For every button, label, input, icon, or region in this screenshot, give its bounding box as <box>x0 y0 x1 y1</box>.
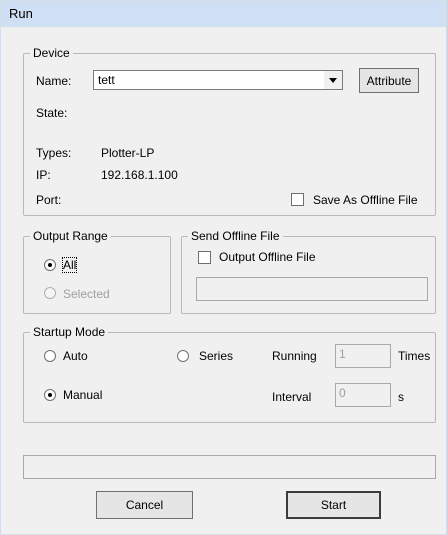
ip-label: IP: <box>36 168 51 182</box>
types-label: Types: <box>36 146 72 160</box>
auto-radio[interactable] <box>44 350 56 362</box>
all-label[interactable]: All <box>61 257 78 273</box>
send-offline-group: Send Offline File <box>181 229 436 314</box>
running-input[interactable]: 1 <box>335 344 391 368</box>
title-bar[interactable]: Run <box>1 1 446 27</box>
types-value: Plotter-LP <box>101 146 155 160</box>
attribute-button[interactable]: Attribute <box>359 68 419 93</box>
times-label: Times <box>398 349 431 363</box>
interval-value: 0 <box>339 386 346 400</box>
ip-value: 192.168.1.100 <box>101 168 178 182</box>
output-offline-label[interactable]: Output Offline File <box>219 250 316 264</box>
state-label: State: <box>36 106 68 120</box>
running-value: 1 <box>339 347 346 361</box>
series-label[interactable]: Series <box>199 349 233 363</box>
cancel-button[interactable]: Cancel <box>96 491 193 519</box>
output-range-legend: Output Range <box>33 229 108 243</box>
save-offline-checkbox[interactable] <box>291 193 304 206</box>
selected-radio[interactable] <box>44 287 56 299</box>
save-offline-label[interactable]: Save As Offline File <box>313 193 418 207</box>
name-label: Name: <box>36 74 72 88</box>
output-range-group: Output Range <box>23 229 171 314</box>
series-radio[interactable] <box>177 350 189 362</box>
auto-label[interactable]: Auto <box>63 349 88 363</box>
device-name-value: tett <box>98 73 115 87</box>
startup-mode-legend: Startup Mode <box>33 325 106 339</box>
manual-radio[interactable] <box>44 389 56 401</box>
all-radio[interactable] <box>44 259 56 271</box>
interval-unit: s <box>398 390 404 404</box>
chevron-down-icon[interactable] <box>324 71 342 89</box>
output-offline-checkbox[interactable] <box>198 251 211 264</box>
port-label: Port: <box>36 193 62 207</box>
window-title: Run <box>9 6 33 21</box>
send-offline-legend: Send Offline File <box>191 229 280 243</box>
device-legend: Device <box>33 46 70 60</box>
startup-mode-group: Startup Mode <box>23 325 436 423</box>
interval-label: Interval <box>272 390 312 404</box>
start-button[interactable]: Start <box>286 491 381 519</box>
offline-path-input[interactable] <box>196 277 428 301</box>
status-bar <box>23 455 436 479</box>
manual-label[interactable]: Manual <box>63 388 102 402</box>
interval-input[interactable]: 0 <box>335 383 391 407</box>
device-name-combobox[interactable]: tett <box>93 70 343 90</box>
selected-label[interactable]: Selected <box>63 287 110 301</box>
running-label: Running <box>272 349 317 363</box>
run-dialog: Run Device Name: tett Attribute State: T… <box>0 0 447 535</box>
